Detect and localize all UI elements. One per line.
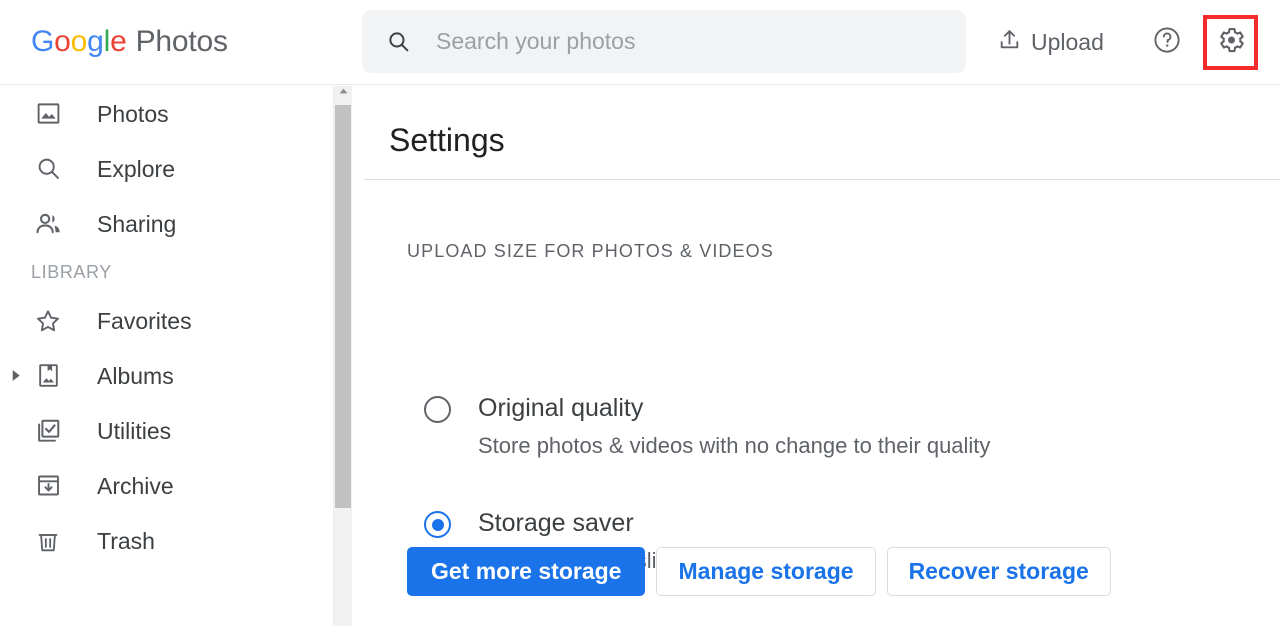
scrollbar-up-button[interactable] xyxy=(334,86,352,104)
search-input[interactable] xyxy=(436,25,936,59)
gear-icon xyxy=(1216,25,1246,60)
logo-letter-o1: o xyxy=(54,25,71,58)
star-icon xyxy=(31,304,65,338)
sidebar-item-albums[interactable]: Albums xyxy=(0,348,333,403)
album-icon xyxy=(31,359,65,393)
sidebar-item-label: Trash xyxy=(97,527,155,555)
radio-button-storage-saver[interactable] xyxy=(424,511,451,538)
logo-letter-e: e xyxy=(110,25,127,58)
radio-button-original-quality[interactable] xyxy=(424,396,451,423)
sidebar-item-label: Albums xyxy=(97,362,174,390)
upload-button[interactable]: Upload xyxy=(997,22,1104,62)
sidebar-item-label: Sharing xyxy=(97,210,176,238)
sidebar-item-label: Favorites xyxy=(97,307,192,335)
sidebar-item-utilities[interactable]: Utilities xyxy=(0,403,333,458)
sidebar-scrollbar-track[interactable] xyxy=(333,86,352,626)
upload-label: Upload xyxy=(1031,28,1104,56)
logo-letter-o2: o xyxy=(71,25,88,58)
sidebar-item-trash[interactable]: Trash xyxy=(0,513,333,568)
sidebar-item-favorites[interactable]: Favorites xyxy=(0,293,333,348)
logo-letter-g2: g xyxy=(87,25,104,58)
get-more-storage-button[interactable]: Get more storage xyxy=(407,547,645,596)
sidebar-item-explore[interactable]: Explore xyxy=(0,141,333,196)
sidebar-item-archive[interactable]: Archive xyxy=(0,458,333,513)
checkbox-stack-icon xyxy=(31,414,65,448)
settings-button[interactable] xyxy=(1203,15,1258,70)
google-photos-logo[interactable]: GooglePhotos xyxy=(31,26,228,58)
title-divider xyxy=(364,179,1280,180)
sidebar-item-label: Utilities xyxy=(97,417,171,445)
search-icon xyxy=(31,152,65,186)
triangle-up-icon xyxy=(339,81,348,99)
app-header: GooglePhotos Upload xyxy=(0,0,1280,85)
storage-actions-row: Get more storage Manage storage Recover … xyxy=(407,547,1111,596)
option-title: Original quality xyxy=(478,391,643,425)
option-description: Store photos & videos with no change to … xyxy=(478,432,990,460)
search-bar[interactable] xyxy=(362,10,966,73)
search-icon xyxy=(386,29,411,54)
help-circle-icon xyxy=(1152,25,1182,60)
chevron-right-icon[interactable] xyxy=(10,370,22,382)
sidebar-item-label: Archive xyxy=(97,472,174,500)
sidebar-section-library: LIBRARY xyxy=(0,251,333,293)
sidebar-scrollbar-thumb[interactable] xyxy=(335,105,351,508)
people-icon xyxy=(31,207,65,241)
recover-storage-button[interactable]: Recover storage xyxy=(887,547,1111,596)
sidebar-item-label: Explore xyxy=(97,155,175,183)
archive-icon xyxy=(31,469,65,503)
help-button[interactable] xyxy=(1151,26,1183,58)
logo-word-photos: Photos xyxy=(136,25,228,58)
page-title: Settings xyxy=(389,121,505,159)
manage-storage-button[interactable]: Manage storage xyxy=(656,547,875,596)
logo-letter-g: G xyxy=(31,25,54,58)
image-icon xyxy=(31,97,65,131)
trash-icon xyxy=(31,524,65,558)
upload-size-section-heading: UPLOAD SIZE FOR PHOTOS & VIDEOS xyxy=(407,241,774,262)
option-title: Storage saver xyxy=(478,506,634,540)
sidebar-nav: Photos Explore Sharing LIBRARY xyxy=(0,86,333,626)
sidebar-item-photos[interactable]: Photos xyxy=(0,86,333,141)
sidebar-item-sharing[interactable]: Sharing xyxy=(0,196,333,251)
settings-panel: Settings UPLOAD SIZE FOR PHOTOS & VIDEOS… xyxy=(353,86,1280,626)
sidebar-item-label: Photos xyxy=(97,100,169,128)
upload-icon xyxy=(997,27,1022,57)
